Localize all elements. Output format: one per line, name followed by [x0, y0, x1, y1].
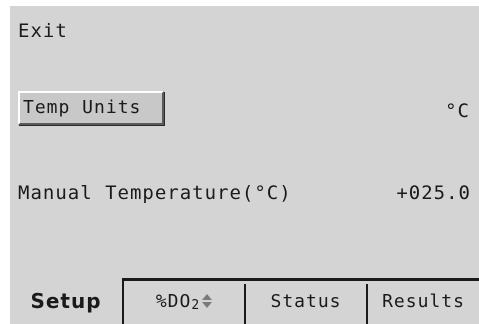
tab-do2-label: %DO [155, 291, 192, 312]
temp-units-value: °C [445, 100, 470, 122]
tab-results-label: Results [382, 291, 465, 312]
tab-do2[interactable]: %DO2 [124, 284, 246, 324]
tab-status[interactable]: Status [246, 284, 368, 324]
tab-do2-subscript: 2 [191, 298, 201, 313]
up-down-arrow-icon [202, 294, 213, 308]
tab-bar: Setup %DO2 Status Results [10, 278, 479, 324]
exit-option[interactable]: Exit [18, 22, 68, 41]
manual-temperature-value[interactable]: +025.0 [396, 184, 471, 203]
manual-temperature-label[interactable]: Manual Temperature(°C) [18, 184, 292, 203]
tab-setup-label: Setup [30, 289, 102, 313]
tab-setup[interactable]: Setup [10, 278, 124, 324]
device-screen: Exit Temp Units °C Manual Temperature(°C… [10, 6, 479, 324]
temp-units-button[interactable]: Temp Units [18, 91, 164, 125]
tab-status-label: Status [270, 291, 342, 312]
tab-results[interactable]: Results [368, 284, 479, 324]
